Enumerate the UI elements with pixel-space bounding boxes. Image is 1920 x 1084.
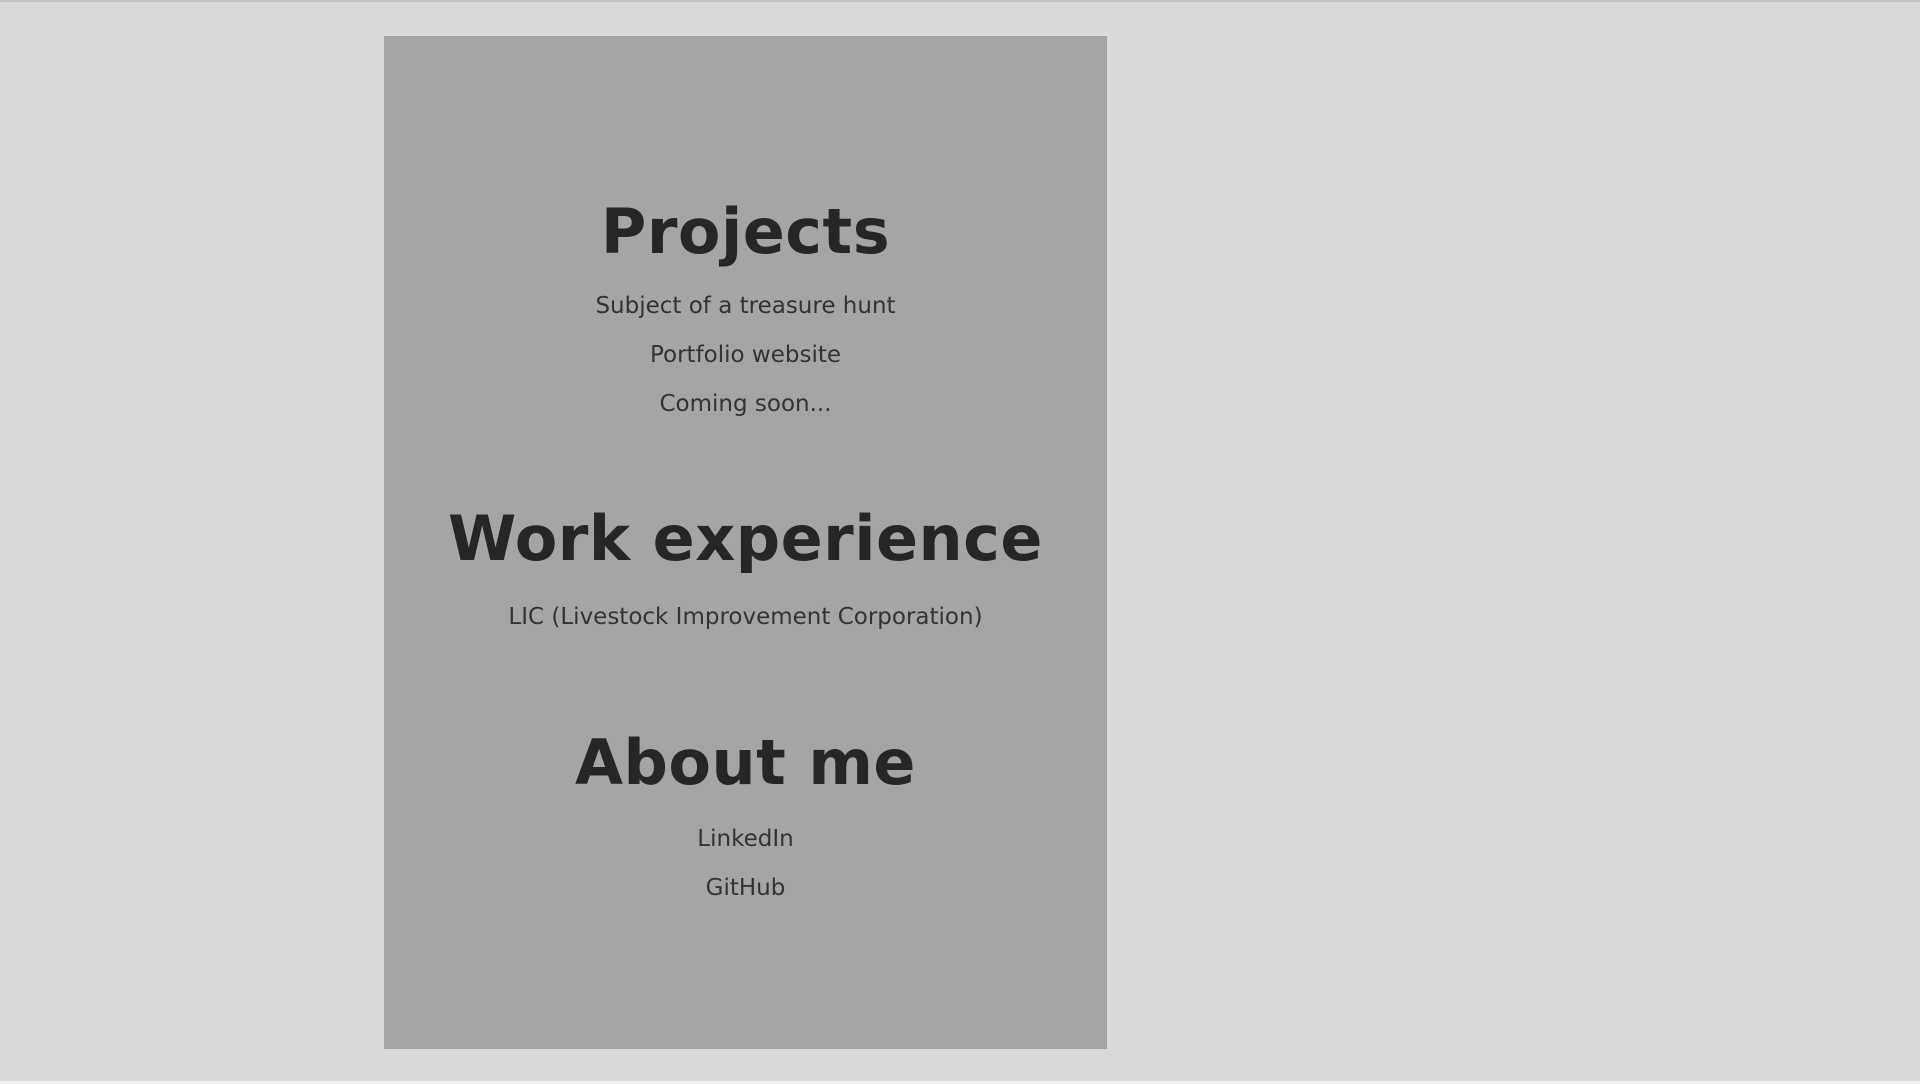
work-link-lic[interactable]: LIC (Livestock Improvement Corporation) — [508, 604, 982, 630]
work-experience-list: LIC (Livestock Improvement Corporation) — [384, 593, 1107, 642]
list-item: Subject of a treasure hunt — [384, 282, 1107, 331]
work-experience-section: Work experience LIC (Livestock Improveme… — [384, 503, 1107, 642]
about-me-list: LinkedIn GitHub — [384, 815, 1107, 913]
list-item: LIC (Livestock Improvement Corporation) — [384, 593, 1107, 642]
project-link-portfolio-website[interactable]: Portfolio website — [650, 342, 841, 368]
work-experience-heading: Work experience — [448, 502, 1043, 575]
projects-list: Subject of a treasure hunt Portfolio web… — [384, 282, 1107, 429]
projects-heading: Projects — [600, 195, 891, 268]
about-me-heading: About me — [575, 726, 916, 799]
page-viewport: Projects Subject of a treasure hunt Port… — [0, 0, 1920, 1084]
projects-section: Projects Subject of a treasure hunt Port… — [384, 196, 1107, 429]
list-item: LinkedIn — [384, 815, 1107, 864]
list-item: Coming soon... — [384, 380, 1107, 429]
project-link-treasure-hunt[interactable]: Subject of a treasure hunt — [595, 293, 895, 319]
list-item: Portfolio website — [384, 331, 1107, 380]
content-panel: Projects Subject of a treasure hunt Port… — [384, 36, 1107, 1049]
list-item: GitHub — [384, 864, 1107, 913]
linkedin-link[interactable]: LinkedIn — [697, 826, 793, 852]
project-link-coming-soon[interactable]: Coming soon... — [659, 391, 831, 417]
about-me-section: About me LinkedIn GitHub — [384, 727, 1107, 913]
github-link[interactable]: GitHub — [706, 875, 786, 901]
